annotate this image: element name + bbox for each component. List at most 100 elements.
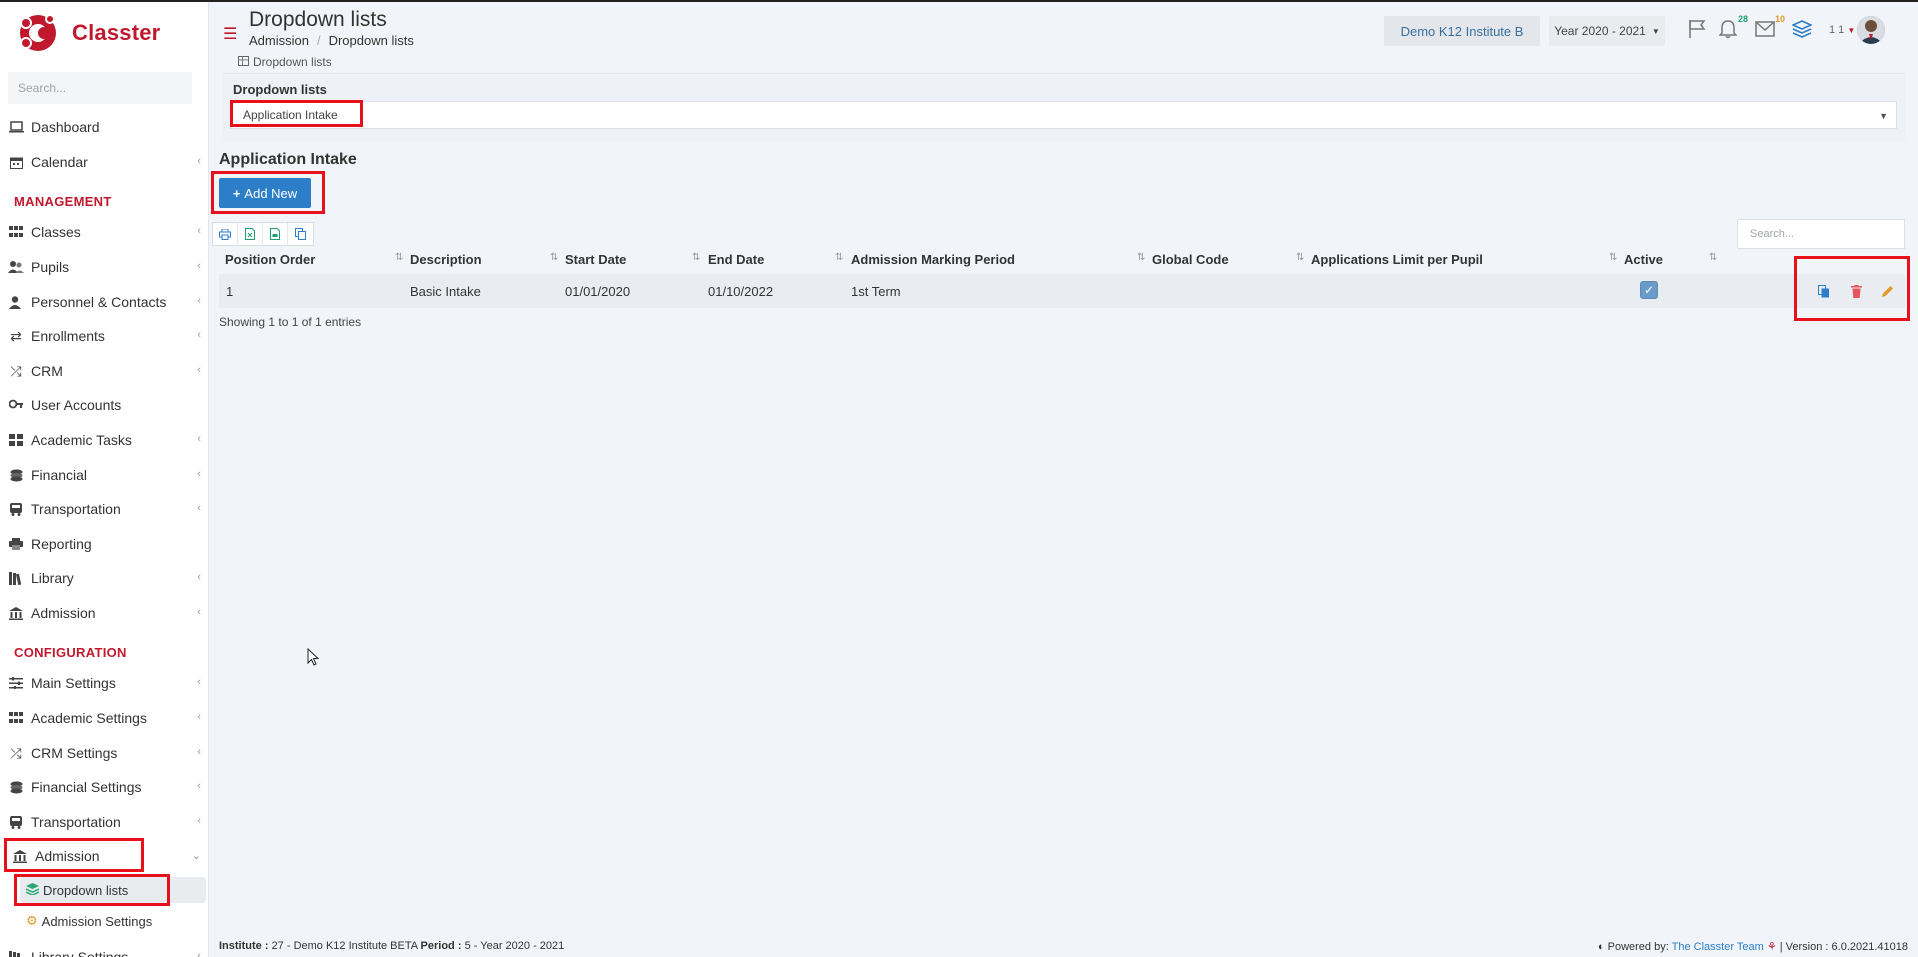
trash-icon[interactable] <box>1846 282 1866 300</box>
books-icon <box>8 571 24 585</box>
footer-institute-value: 27 - Demo K12 Institute BETA <box>271 940 418 952</box>
sidebar-item-label: CRM Settings <box>31 745 118 761</box>
copy-icon[interactable] <box>288 223 313 245</box>
column-header-applications-limit[interactable]: Applications Limit per Pupil <box>1311 252 1483 268</box>
sort-icon[interactable]: ⇅ <box>1609 252 1617 263</box>
table-search-input[interactable] <box>1737 219 1905 249</box>
flag-icon[interactable] <box>1685 18 1709 40</box>
cell-start-date: 01/01/2020 <box>565 284 631 299</box>
footer-credits: ◐ Powered by: The Classter Team ⚘ | Vers… <box>1598 940 1908 953</box>
sidebar-item-crm[interactable]: ⤮ CRM ‹ <box>0 356 208 386</box>
sidebar-item-label: User Accounts <box>31 397 122 413</box>
stack-icon[interactable] <box>1790 18 1814 40</box>
column-header-end-date[interactable]: End Date <box>708 252 764 268</box>
institute-selector[interactable]: Demo K12 Institute B <box>1384 16 1540 46</box>
sidebar-item-personnel[interactable]: Personnel & Contacts ‹ <box>0 287 208 317</box>
active-checkbox[interactable]: ✓ <box>1640 281 1658 299</box>
sidebar-item-label: Library <box>31 570 74 586</box>
sidebar-item-classes[interactable]: Classes ‹ <box>0 217 208 247</box>
menu-toggle-icon[interactable]: ☰ <box>223 24 237 44</box>
excel-export-icon[interactable] <box>238 223 263 245</box>
sliders-icon <box>8 676 24 690</box>
sidebar-item-academic-settings[interactable]: Academic Settings ‹ <box>0 703 208 733</box>
coins-icon <box>8 780 24 794</box>
classter-small-icon: ◐ <box>1597 941 1605 953</box>
envelope-icon[interactable]: 10 <box>1753 14 1785 40</box>
sort-icon[interactable]: ⇅ <box>1137 252 1145 263</box>
column-header-position-order[interactable]: Position Order <box>225 252 315 268</box>
sidebar-item-transportation-settings[interactable]: Transportation ‹ <box>0 807 208 837</box>
sidebar-item-library-settings[interactable]: Library Settings ‹ <box>0 942 208 957</box>
section-title: Application Intake <box>219 151 357 168</box>
classter-mini-logo-icon: ⚘ <box>1766 941 1777 953</box>
panel-crumb-label: Dropdown lists <box>253 55 332 69</box>
sidebar-item-crm-settings[interactable]: ⤮ CRM Settings ‹ <box>0 738 208 768</box>
sidebar-item-label: Dashboard <box>31 119 100 135</box>
sidebar-item-dashboard[interactable]: Dashboard <box>0 112 208 142</box>
sidebar-item-academic-tasks[interactable]: Academic Tasks ‹ <box>0 425 208 455</box>
csv-export-icon[interactable] <box>263 223 288 245</box>
sidebar-item-financial[interactable]: Financial ‹ <box>0 460 208 490</box>
column-header-global-code[interactable]: Global Code <box>1152 252 1229 268</box>
bell-icon[interactable]: 28 <box>1716 14 1748 40</box>
sort-icon[interactable]: ⇅ <box>550 252 558 263</box>
add-new-button[interactable]: + Add New <box>219 178 311 208</box>
app-logo[interactable]: Classter <box>18 12 160 54</box>
sidebar-item-admission-settings-group[interactable]: Admission ⌄ <box>0 841 208 871</box>
pencil-icon[interactable] <box>1877 282 1897 300</box>
year-selector[interactable]: Year 2020 - 2021 ▼ <box>1549 16 1665 46</box>
cell-position: 1 <box>226 284 234 299</box>
books-icon <box>8 950 24 957</box>
classter-logo-icon <box>20 14 56 51</box>
sort-icon[interactable]: ⇅ <box>835 252 843 263</box>
sort-icon[interactable]: ⇅ <box>1709 252 1717 263</box>
sidebar-item-pupils[interactable]: Pupils ‹ <box>0 252 208 282</box>
footer-institute-label: Institute : <box>219 940 269 952</box>
table-info: Showing 1 to 1 of 1 entries <box>219 315 362 329</box>
sidebar-item-label: CRM <box>31 363 63 379</box>
avatar[interactable] <box>1857 16 1885 44</box>
sidebar-item-label: Admission <box>31 605 96 621</box>
sidebar-item-financial-settings[interactable]: Financial Settings ‹ <box>0 772 208 802</box>
chevron-left-icon: ‹ <box>197 364 201 376</box>
column-header-active[interactable]: Active <box>1624 252 1663 268</box>
messages-badge: 10 <box>1774 14 1785 24</box>
sidebar-item-label: Academic Tasks <box>31 432 132 448</box>
footer-team-link[interactable]: The Classter Team <box>1672 941 1764 953</box>
sidebar-item-label: Dropdown lists <box>43 882 129 898</box>
sidebar-item-transportation[interactable]: Transportation ‹ <box>0 494 208 524</box>
sidebar-item-label: Main Settings <box>31 675 116 691</box>
sidebar-item-reporting[interactable]: Reporting <box>0 529 208 559</box>
sidebar-subitem-admission-settings[interactable]: ⚙ Admission Settings <box>20 908 206 934</box>
column-header-description[interactable]: Description <box>410 252 482 268</box>
sidebar-item-user-accounts[interactable]: User Accounts <box>0 390 208 420</box>
chevron-left-icon: ‹ <box>197 260 201 272</box>
breadcrumb-item[interactable]: Admission <box>249 33 309 48</box>
sidebar-item-enrollments[interactable]: ⇄ Enrollments ‹ <box>0 321 208 351</box>
table-toolbar <box>212 222 314 246</box>
sidebar-search-input[interactable] <box>8 72 192 104</box>
sidebar-item-library[interactable]: Library ‹ <box>0 563 208 593</box>
sidebar-subitem-dropdown-lists[interactable]: Dropdown lists <box>20 877 206 903</box>
gears-icon: ⚙ <box>26 913 38 928</box>
chevron-left-icon: ‹ <box>197 950 201 957</box>
dropdown-list-select[interactable]: Application Intake ▼ <box>230 101 1897 129</box>
user-menu[interactable]: 1 1 ▼ <box>1829 24 1855 36</box>
sort-icon[interactable]: ⇅ <box>692 252 700 263</box>
caret-down-icon: ▼ <box>1651 26 1660 36</box>
sort-icon[interactable]: ⇅ <box>1296 252 1304 263</box>
sort-asc-icon[interactable]: ⇅ <box>395 252 403 263</box>
breadcrumb-separator: / <box>316 33 321 48</box>
print-icon[interactable] <box>213 223 238 245</box>
sidebar-item-calendar[interactable]: Calendar ‹ <box>0 147 208 177</box>
column-header-start-date[interactable]: Start Date <box>565 252 626 268</box>
column-header-marking-period[interactable]: Admission Marking Period <box>851 252 1015 268</box>
add-new-label: Add New <box>244 185 298 201</box>
sidebar-item-admission[interactable]: Admission ‹ <box>0 598 208 628</box>
dropdown-list-selected-value: Application Intake <box>243 108 338 122</box>
clone-icon[interactable] <box>1814 282 1834 300</box>
footer: Institute : 27 - Demo K12 Institute BETA… <box>209 935 1918 957</box>
chevron-left-icon: ‹ <box>197 676 201 688</box>
exchange-icon: ⇄ <box>10 327 22 344</box>
sidebar-item-main-settings[interactable]: Main Settings ‹ <box>0 668 208 698</box>
